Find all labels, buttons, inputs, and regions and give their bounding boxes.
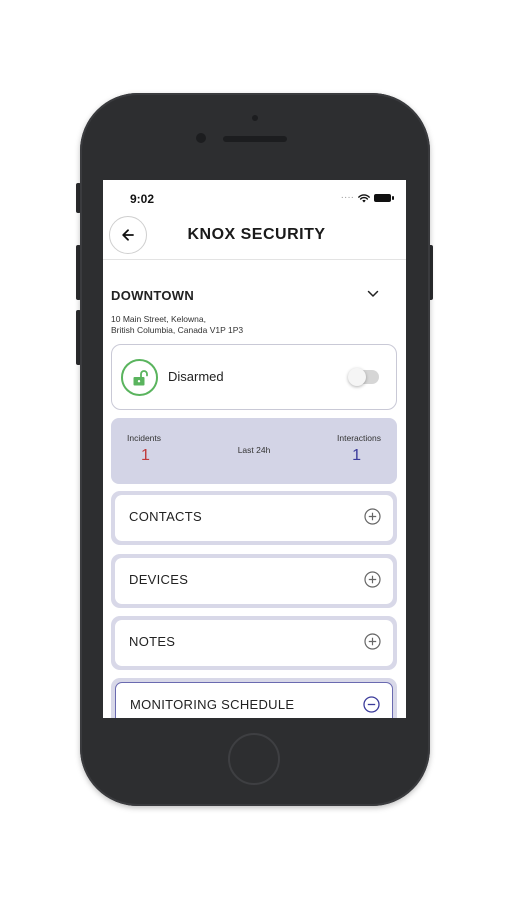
stats-card: Incidents 1 Last 24h Interactions 1 [111, 418, 397, 484]
plus-circle-icon[interactable] [364, 571, 381, 588]
home-button [228, 733, 280, 785]
location-name[interactable]: DOWNTOWN [111, 288, 194, 303]
interactions-label: Interactions [337, 433, 381, 443]
speaker [223, 136, 287, 142]
address-line-2: British Columbia, Canada V1P 1P3 [111, 325, 244, 335]
section-label: MONITORING SCHEDULE [130, 697, 295, 712]
toggle-knob [348, 368, 366, 386]
section-contacts[interactable]: CONTACTS [111, 491, 397, 545]
signal-icon: ···· [340, 192, 354, 203]
section-devices-inner: DEVICES [115, 558, 393, 604]
location-address: 10 Main Street, Kelowna, British Columbi… [111, 314, 243, 336]
front-camera [196, 133, 206, 143]
address-line-1: 10 Main Street, Kelowna, [111, 314, 206, 324]
header: KNOX SECURITY [103, 216, 406, 260]
incidents-label: Incidents [127, 433, 162, 443]
status-icons: ···· [340, 192, 394, 203]
section-contacts-inner: CONTACTS [115, 495, 393, 541]
plus-circle-icon[interactable] [364, 508, 381, 525]
section-label: DEVICES [129, 572, 189, 587]
camera-dot [252, 115, 258, 121]
battery-icon [374, 194, 394, 202]
arm-status-label: Disarmed [168, 369, 224, 384]
section-monitoring-schedule-inner: MONITORING SCHEDULE [115, 682, 393, 718]
app-screen: 9:02 ···· KNOX SECURITY DOWNTOWN 10 Main… [103, 180, 406, 718]
section-label: CONTACTS [129, 509, 202, 524]
section-devices[interactable]: DEVICES [111, 554, 397, 608]
chevron-down-icon[interactable] [367, 290, 379, 298]
section-notes[interactable]: NOTES [111, 616, 397, 670]
page-title: KNOX SECURITY [187, 226, 326, 243]
section-monitoring-schedule[interactable]: MONITORING SCHEDULE [111, 678, 397, 718]
minus-circle-icon[interactable] [363, 696, 380, 713]
section-notes-inner: NOTES [115, 620, 393, 666]
status-time: 9:02 [130, 192, 155, 206]
interactions-value: 1 [352, 447, 361, 464]
status-bar: 9:02 ···· [103, 180, 406, 216]
arm-status-card: Disarmed [111, 344, 397, 410]
arm-toggle[interactable] [348, 368, 379, 386]
plus-circle-icon[interactable] [364, 633, 381, 650]
unlock-icon [121, 359, 158, 396]
wifi-icon [358, 193, 370, 202]
section-label: NOTES [129, 634, 176, 649]
